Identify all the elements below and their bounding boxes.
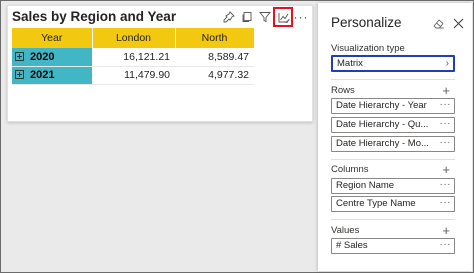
- pin-icon[interactable]: [220, 8, 238, 26]
- matrix-visual[interactable]: Sales by Region and Year ··· Year London: [7, 5, 313, 122]
- field-more-options-icon[interactable]: ···: [437, 179, 451, 192]
- columns-field-centre-type-name[interactable]: Centre Type Name ···: [331, 196, 455, 212]
- rows-field-month[interactable]: Date Hierarchy - Mo... ···: [331, 136, 455, 152]
- field-more-options-icon[interactable]: ···: [437, 137, 451, 150]
- table-cell: 8,589.47: [175, 48, 254, 67]
- field-more-options-icon[interactable]: ···: [437, 118, 451, 131]
- table-cell: 4,977.32: [175, 66, 254, 85]
- matrix-table: Year London North 2020 16,121.21 8,589.4…: [12, 28, 255, 85]
- add-column-field-icon[interactable]: +: [442, 163, 450, 176]
- personalize-icon[interactable]: [273, 7, 293, 27]
- field-label: Date Hierarchy - Year: [336, 100, 427, 111]
- pane-title: Personalize: [331, 15, 402, 30]
- divider: [331, 159, 455, 160]
- field-more-options-icon[interactable]: ···: [437, 239, 451, 252]
- table-cell: 16,121.21: [92, 48, 175, 67]
- eraser-icon[interactable]: [430, 15, 446, 31]
- field-label: Date Hierarchy - Mo...: [336, 138, 429, 149]
- copy-icon[interactable]: [238, 8, 256, 26]
- expand-icon[interactable]: [15, 51, 24, 61]
- field-more-options-icon[interactable]: ···: [437, 197, 451, 210]
- row-header-label: 2020: [30, 50, 55, 63]
- values-field-sales[interactable]: # Sales ···: [331, 238, 455, 254]
- table-cell: 11,479.90: [92, 66, 175, 85]
- add-value-field-icon[interactable]: +: [442, 224, 450, 237]
- visualization-type-value: Matrix: [337, 58, 363, 69]
- field-label: Region Name: [336, 180, 395, 191]
- divider: [331, 79, 455, 80]
- rows-field-year[interactable]: Date Hierarchy - Year ···: [331, 98, 455, 114]
- row-header-2020[interactable]: 2020: [12, 48, 92, 67]
- matrix-header-row: Year London North: [12, 28, 255, 48]
- visualization-type-label: Visualization type: [331, 43, 405, 54]
- field-label: Centre Type Name: [336, 198, 416, 209]
- visual-title: Sales by Region and Year: [12, 9, 177, 24]
- field-label: Date Hierarchy - Qu...: [336, 119, 429, 130]
- personalize-pane: Personalize Visualization type Matrix › …: [318, 3, 472, 271]
- column-header-year[interactable]: Year: [12, 28, 93, 48]
- add-row-field-icon[interactable]: +: [442, 84, 450, 97]
- columns-section-label: Columns: [331, 164, 369, 175]
- field-label: # Sales: [336, 240, 368, 251]
- close-icon[interactable]: [450, 15, 466, 31]
- more-options-icon[interactable]: ···: [292, 8, 310, 26]
- row-header-label: 2021: [30, 69, 55, 81]
- filter-icon[interactable]: [256, 8, 274, 26]
- columns-field-region-name[interactable]: Region Name ···: [331, 178, 455, 194]
- visual-header-icons: ···: [220, 7, 310, 27]
- rows-section-label: Rows: [331, 85, 355, 96]
- row-header-2021[interactable]: 2021: [12, 66, 92, 85]
- field-more-options-icon[interactable]: ···: [437, 99, 451, 112]
- expand-icon[interactable]: [15, 70, 24, 79]
- window-frame: Sales by Region and Year ··· Year London: [0, 0, 474, 273]
- table-row: 2021 11,479.90 4,977.32: [12, 66, 254, 85]
- table-row: 2020 16,121.21 8,589.47: [12, 48, 254, 67]
- rows-field-quarter[interactable]: Date Hierarchy - Qu... ···: [331, 117, 455, 133]
- column-header-london[interactable]: London: [92, 28, 176, 48]
- divider: [331, 219, 455, 220]
- pane-header-icons: [426, 15, 466, 31]
- values-section-label: Values: [331, 225, 360, 236]
- chevron-right-icon: ›: [445, 58, 449, 69]
- column-header-north[interactable]: North: [175, 28, 255, 48]
- visualization-type-dropdown[interactable]: Matrix ›: [331, 55, 455, 72]
